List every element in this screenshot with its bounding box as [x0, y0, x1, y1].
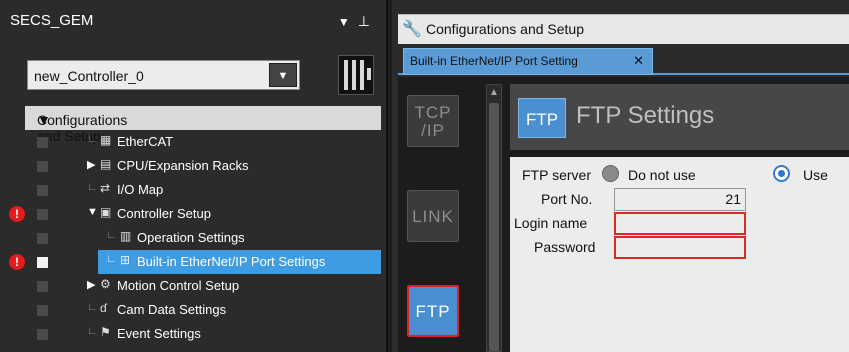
tab-ethernet-ip-port-setting[interactable]: Built-in EtherNet/IP Port Setting ✕	[403, 48, 653, 75]
tree-item-event-settings[interactable]: ∟ ⚑ Event Settings	[0, 322, 386, 346]
expanded-arrow-icon[interactable]: ▼	[87, 206, 98, 218]
ftp-badge: FTP	[518, 98, 566, 138]
tree-connector: ∟	[87, 325, 98, 337]
editor-tabstrip: Built-in EtherNet/IP Port Setting ✕	[398, 45, 849, 75]
tree-item-label: CPU/Expansion Racks	[117, 158, 249, 173]
tree-item-cpu-racks[interactable]: ▶ ▤ CPU/Expansion Racks	[0, 154, 386, 178]
multiview-explorer: SECS_GEM ▼⊥ new_Controller_0 ▼ ▼ Configu…	[0, 0, 388, 352]
tree-connector: ∟	[106, 229, 117, 241]
tree-item-label: Motion Control Setup	[117, 278, 240, 293]
tree-item-cam-data-settings[interactable]: ∟ ɗ Cam Data Settings	[0, 298, 386, 322]
radio-do-not-use-label[interactable]: Do not use	[628, 167, 696, 183]
tree-connector: ∟	[87, 181, 98, 193]
motion-gear-icon: ⚙	[100, 277, 111, 291]
port-input[interactable]: 21	[614, 188, 746, 211]
login-name-input[interactable]	[614, 212, 746, 235]
editor-area: 🔧 Configurations and Setup Built-in Ethe…	[392, 0, 849, 352]
tree-item-ethercat[interactable]: ∟ ▦ EtherCAT	[0, 130, 386, 154]
ftp-settings-form: FTP server Do not use Use Port No. 21 Lo…	[510, 157, 849, 352]
pin-icon[interactable]: ⊥	[358, 13, 378, 29]
tree-item-label: EtherCAT	[117, 134, 174, 149]
tree-item-label: I/O Map	[117, 182, 164, 197]
password-label: Password	[534, 239, 596, 255]
section-header: FTP FTP Settings	[510, 84, 849, 150]
ethernet-port-icon: ⊞	[120, 253, 131, 267]
chevron-down-icon[interactable]: ▼	[269, 63, 297, 87]
tree-item-label: Cam Data Settings	[117, 302, 227, 317]
collapsed-arrow-icon[interactable]: ▶	[87, 278, 95, 291]
tree-item-label: Built-in EtherNet/IP Port Settings	[137, 254, 326, 269]
side-tab-tcpip[interactable]: TCP /IP	[407, 95, 459, 147]
side-tab-label: TCP	[414, 103, 452, 122]
controller-setup-icon: ▣	[100, 205, 112, 219]
close-icon[interactable]: ✕	[633, 53, 644, 69]
tree-item-label: Controller Setup	[117, 206, 211, 221]
side-tab-ftp[interactable]: FTP	[407, 285, 459, 337]
password-input[interactable]	[614, 236, 746, 259]
editor-title: Configurations and Setup	[426, 21, 584, 37]
tree-connector: ∟	[87, 133, 98, 145]
rack-icon: ▤	[100, 157, 112, 171]
tree-connector: ∟	[87, 301, 98, 313]
side-tab-label: FTP	[415, 302, 451, 321]
scroll-thumb[interactable]	[489, 103, 499, 351]
section-title: FTP Settings	[576, 102, 715, 129]
tree-item-io-map[interactable]: ∟ ⇄ I/O Map	[0, 178, 386, 202]
error-icon: !	[9, 254, 25, 270]
tab-label: Built-in EtherNet/IP Port Setting	[410, 54, 578, 68]
wrench-icon: 🔧	[402, 21, 422, 38]
panel-title: SECS_GEM	[10, 12, 94, 29]
controller-icon[interactable]	[338, 55, 374, 95]
settings-body: TCP /IP LINK FTP ▲ FTP FTP Settings FTP …	[398, 77, 849, 352]
radio-do-not-use[interactable]	[602, 165, 619, 182]
radio-use[interactable]	[773, 165, 790, 182]
tree-connector: ∟	[106, 253, 117, 265]
collapsed-arrow-icon[interactable]: ▶	[87, 158, 95, 171]
tree-item-label: Operation Settings	[137, 230, 245, 245]
tree-root[interactable]: ▼ Configurations and Setup	[25, 106, 381, 144]
error-icon: !	[9, 206, 25, 222]
ftp-server-label: FTP server	[522, 167, 591, 183]
scroll-up-icon[interactable]: ▲	[489, 87, 499, 98]
port-label: Port No.	[541, 191, 593, 207]
event-flag-icon: ⚑	[100, 325, 111, 339]
login-name-label: Login name	[514, 215, 588, 231]
tree-item-ethernet-ip-port-settings[interactable]: ! ∟ ⊞ Built-in EtherNet/IP Port Settings	[0, 250, 386, 274]
ethercat-icon: ▦	[100, 133, 112, 147]
side-tab-label: LINK	[412, 207, 454, 226]
cam-icon: ɗ	[100, 301, 107, 315]
side-tab-label: /IP	[421, 121, 445, 140]
panel-titlebar: SECS_GEM ▼⊥	[0, 0, 386, 38]
dropdown-arrow-icon[interactable]: ▼	[338, 15, 358, 29]
side-tabs-scrollbar[interactable]: ▲	[486, 84, 502, 352]
operation-settings-icon: ▥	[120, 229, 132, 243]
controller-select[interactable]: new_Controller_0 ▼	[27, 60, 300, 90]
io-map-icon: ⇄	[100, 181, 111, 195]
side-tab-link[interactable]: LINK	[407, 190, 459, 242]
panel-tools: ▼⊥	[338, 13, 378, 30]
tree-item-controller-setup[interactable]: ! ▼ ▣ Controller Setup	[0, 202, 386, 226]
tree-item-motion-control-setup[interactable]: ▶ ⚙ Motion Control Setup	[0, 274, 386, 298]
editor-titlebar: 🔧 Configurations and Setup	[398, 14, 849, 44]
tree-item-operation-settings[interactable]: ∟ ▥ Operation Settings	[0, 226, 386, 250]
controller-select-value: new_Controller_0	[34, 68, 144, 84]
tree-item-label: Event Settings	[117, 326, 201, 341]
radio-use-label[interactable]: Use	[803, 167, 828, 183]
